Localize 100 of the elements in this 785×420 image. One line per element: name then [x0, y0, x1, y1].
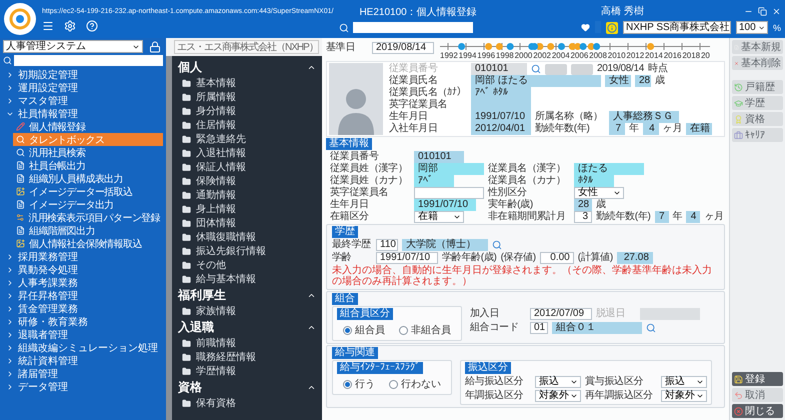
nav-item[interactable]: 基本情報 [178, 76, 316, 90]
nav-item[interactable]: その他 [178, 258, 316, 272]
menu-item[interactable]: データ管理 [3, 380, 163, 393]
select-field[interactable]: 対象外 [535, 390, 581, 402]
menu-icon[interactable] [42, 20, 54, 32]
radio-option[interactable]: 組合員 [343, 323, 385, 337]
input-field[interactable]: 組合０１ [552, 322, 642, 334]
nav-item[interactable]: 振込先銀行情報 [178, 244, 316, 258]
nav-item[interactable]: 身上情報 [178, 202, 316, 216]
input-field[interactable]: 01 [530, 322, 548, 334]
search-icon[interactable] [646, 323, 656, 333]
nav-item[interactable]: 身分情報 [178, 104, 316, 118]
nav-item[interactable]: 入退社情報 [178, 146, 316, 160]
menu-item[interactable]: イメージデータ出力 [13, 198, 163, 211]
nav-item[interactable]: 給与基本情報 [178, 272, 316, 286]
nav-item[interactable]: 家族情報 [178, 304, 316, 318]
nav-item[interactable]: 保証人情報 [178, 160, 316, 174]
input-field[interactable]: ほたる [574, 163, 644, 175]
menu-item[interactable]: 汎用検索表示項目パターン登録 [13, 211, 163, 224]
nav-item[interactable]: 休職復職情報 [178, 230, 316, 244]
select-field[interactable]: 振込 [535, 376, 581, 388]
input-field[interactable]: 1991/07/10 [414, 199, 476, 211]
menu-item[interactable]: マスタ管理 [3, 94, 163, 107]
nav-item[interactable]: 通勤情報 [178, 188, 316, 202]
input-field[interactable]: 4 [686, 211, 700, 223]
radio-circle[interactable] [343, 326, 352, 334]
select-field[interactable]: 振込 [661, 376, 707, 388]
input-field[interactable]: 3 [574, 211, 592, 223]
section-header[interactable]: 個人 [178, 58, 316, 76]
input-field[interactable]: 大学院（博士） [402, 239, 488, 251]
input-field[interactable]: 女性 [605, 75, 631, 87]
input-field[interactable]: 28 [635, 75, 651, 87]
input-field[interactable]: 27.08 [616, 252, 653, 264]
input-field[interactable]: 28 [574, 199, 592, 211]
close-icon[interactable] [772, 6, 781, 16]
nav-item[interactable]: 職務経歴情報 [178, 350, 316, 364]
input-field[interactable]: 010101 [471, 63, 527, 75]
section-header[interactable]: 資格 [178, 378, 316, 396]
menu-item[interactable]: 個人情報登録 [13, 120, 163, 133]
radio-option[interactable]: 行う [343, 377, 375, 391]
input-field[interactable]: ｱﾍﾞ [414, 175, 454, 187]
input-field[interactable]: 2012/07/09 [530, 308, 592, 320]
menu-item[interactable]: 初期設定管理 [3, 68, 163, 81]
menu-item[interactable]: 運用設定管理 [3, 81, 163, 94]
menu-item[interactable]: 退職者管理 [3, 328, 163, 341]
input-field[interactable]: 岡部 [414, 163, 484, 175]
settings-icon[interactable] [64, 20, 76, 32]
menu-item[interactable]: 異動発令処理 [3, 263, 163, 276]
nav-item[interactable]: 緊急連絡先 [178, 132, 316, 146]
radio-circle[interactable] [343, 380, 352, 388]
menu-item[interactable]: 社員情報管理 [3, 107, 163, 120]
input-field[interactable]: ﾎﾀﾙ [574, 175, 614, 187]
input-field[interactable]: 110 [376, 239, 398, 251]
menu-item[interactable]: 統計資料管理 [3, 354, 163, 367]
nav-item[interactable]: 学歴情報 [178, 364, 316, 378]
lock-icon[interactable] [149, 40, 161, 52]
menu-item[interactable]: 採用業務管理 [3, 250, 163, 263]
input-field[interactable]: 1991/07/10 [471, 111, 531, 123]
action-button[interactable]: 登録 [732, 372, 783, 386]
radio-circle[interactable] [399, 326, 408, 334]
menu-item[interactable]: 研修・教育業務 [3, 315, 163, 328]
section-header[interactable]: 福利厚生 [178, 286, 316, 304]
menu-item[interactable]: 組織改編シミュレーション処理 [3, 341, 163, 354]
radio-option[interactable]: 行わない [389, 377, 441, 391]
input-field[interactable]: 岡部 ほたる [471, 75, 601, 87]
select-field[interactable]: 女性 [574, 187, 624, 199]
info-icon[interactable] [606, 22, 618, 34]
nav-item[interactable]: 住居情報 [178, 118, 316, 132]
search-field[interactable] [14, 55, 163, 66]
select-field[interactable]: 対象外 [661, 390, 707, 402]
select-field[interactable]: 在籍 [414, 211, 464, 223]
help-icon[interactable] [86, 20, 98, 32]
menu-item[interactable]: 諸届管理 [3, 367, 163, 380]
input-field[interactable]: 人事総務ＳＧ [609, 111, 679, 123]
input-field[interactable]: 2019/08/14 [372, 42, 434, 54]
menu-item[interactable]: 汎用社員検索 [13, 146, 163, 159]
nav-item[interactable]: 前職情報 [178, 336, 316, 350]
input-field[interactable]: 7 [654, 211, 669, 223]
input-field[interactable]: 4 [642, 123, 659, 135]
input-field[interactable]: 2012/04/01 [471, 123, 531, 135]
action-button[interactable]: 閉じる [732, 404, 783, 418]
radio-circle[interactable] [389, 380, 398, 388]
system-select[interactable]: 人事管理システム [3, 40, 143, 53]
nav-item[interactable]: 保険情報 [178, 174, 316, 188]
input-field[interactable] [640, 308, 700, 320]
input-field[interactable]: 010101 [414, 151, 464, 163]
section-header[interactable]: 入退職 [178, 318, 316, 336]
zoom-select[interactable]: 100 [736, 21, 768, 34]
search-field[interactable] [353, 22, 474, 33]
menu-item[interactable]: 組織別人員構成表出力 [13, 172, 163, 185]
input-field[interactable]: ｱﾍﾞ ﾎﾀﾙ [471, 87, 531, 99]
menu-item[interactable]: 組織階層図出力 [13, 224, 163, 237]
input-field[interactable]: 在籍 [686, 123, 712, 135]
menu-item[interactable]: 賃金管理業務 [3, 302, 163, 315]
input-field[interactable]: 7 [609, 123, 625, 135]
menu-item[interactable]: 個人情報社会保険情報取込 [13, 237, 163, 250]
input-field[interactable] [414, 187, 484, 199]
input-field[interactable]: 0.00 [540, 252, 574, 264]
menu-item[interactable]: イメージデーター括取込 [13, 185, 163, 198]
menu-item[interactable]: 人事考課業務 [3, 276, 163, 289]
